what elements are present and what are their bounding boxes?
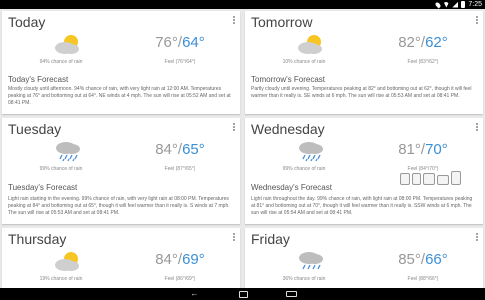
high-temp: 84° <box>155 141 178 158</box>
battery-icon <box>461 1 466 8</box>
temperature: 84°/69° <box>155 251 205 268</box>
feels-like: Feel (88°/66°) <box>407 276 439 282</box>
forecast-title: Tomorrow's Forecast <box>251 75 325 84</box>
forecast-text: Partly cloudy until evening. Temperature… <box>251 86 472 99</box>
rain-chance: 10% chance of rain <box>282 59 326 65</box>
overflow-menu-icon[interactable] <box>476 233 478 241</box>
high-temp: 81° <box>398 141 421 158</box>
partly-cloudy-icon <box>298 35 322 54</box>
back-icon[interactable]: ← <box>189 290 201 298</box>
overflow-menu-icon[interactable] <box>233 16 235 24</box>
forecast-text: Mostly cloudy until afternoon. 94% chanc… <box>8 86 231 106</box>
overflow-menu-icon[interactable] <box>233 123 235 131</box>
forecast-card-today[interactable]: Today 94% chance of rain 76°/64° Feel (7… <box>2 11 240 114</box>
day-title: Tomorrow <box>251 14 313 30</box>
day-title: Wednesday <box>251 121 325 137</box>
low-temp: 62° <box>425 34 448 51</box>
status-bar: 7:25 <box>0 0 485 9</box>
partly-cloudy-icon <box>55 35 79 54</box>
high-temp: 84° <box>155 251 178 268</box>
rain-icon <box>56 142 80 162</box>
temperature: 84°/65° <box>155 141 205 158</box>
overflow-menu-icon[interactable] <box>233 233 235 241</box>
rain-icon <box>299 142 323 162</box>
temperature: 82°/62° <box>398 34 448 51</box>
jar-icon <box>451 171 461 185</box>
low-temp: 66° <box>425 251 448 268</box>
feels-like: Feel (76°/64°) <box>164 59 196 65</box>
bowl-icon <box>437 175 449 185</box>
home-icon[interactable] <box>238 290 248 298</box>
low-temp: 70° <box>425 141 448 158</box>
rain-chance: 99% chance of rain <box>282 166 326 172</box>
day-title: Friday <box>251 231 290 247</box>
feels-like: Feel (86°/69°) <box>164 276 196 282</box>
bag-icon <box>400 173 410 185</box>
overflow-menu-icon[interactable] <box>476 16 478 24</box>
rain-chance: 36% chance of rain <box>282 276 326 282</box>
day-title: Tuesday <box>8 121 62 137</box>
wifi-icon <box>443 1 450 8</box>
high-temp: 76° <box>155 34 178 51</box>
high-temp: 82° <box>398 34 421 51</box>
overflow-menu-icon[interactable] <box>476 123 478 131</box>
day-title: Today <box>8 14 46 30</box>
temperature: 81°/70° <box>398 141 448 158</box>
high-temp: 85° <box>398 251 421 268</box>
forecast-text: Light rain starting in the evening. 99% … <box>8 196 230 216</box>
feels-like: Feel (87°/65°) <box>164 166 196 172</box>
rain-chance: 99% chance of rain <box>39 166 83 172</box>
temperature: 76°/64° <box>155 34 205 51</box>
location-icon <box>434 0 442 9</box>
forecast-text: Light rain throughout the day. 99% chanc… <box>251 196 473 216</box>
floating-icons <box>400 171 461 185</box>
forecast-card-tomorrow[interactable]: Tomorrow 10% chance of rain 82°/62° Feel… <box>245 11 483 114</box>
forecast-title: Tuesday's Forecast <box>8 183 78 192</box>
rice-icon <box>423 173 435 185</box>
forecast-card-thursday[interactable]: Thursday 19% chance of rain 84°/69° Feel… <box>2 228 240 288</box>
partly-cloudy-icon <box>55 252 79 271</box>
forecast-title: Today's Forecast <box>8 75 69 84</box>
feels-like: Feel (83°/62°) <box>407 59 439 65</box>
rain-chance: 94% chance of rain <box>39 59 83 65</box>
low-temp: 65° <box>182 141 205 158</box>
temperature: 85°/66° <box>398 251 448 268</box>
forecast-card-tuesday[interactable]: Tuesday 99% chance of rain 84°/65° Feel … <box>2 118 240 224</box>
low-temp: 64° <box>182 34 205 51</box>
low-temp: 69° <box>182 251 205 268</box>
recent-apps-icon[interactable] <box>285 291 297 297</box>
navigation-bar: ← <box>0 288 485 300</box>
rain-chance: 19% chance of rain <box>39 276 83 282</box>
dropper-icon <box>412 173 421 185</box>
day-title: Thursday <box>8 231 67 247</box>
forecast-card-friday[interactable]: Friday 36% chance of rain 85°/66° Feel (… <box>245 228 483 288</box>
rain-icon <box>299 252 323 270</box>
forecast-title: Wednesday's Forecast <box>251 183 332 192</box>
signal-icon <box>452 1 459 8</box>
status-icons: 7:25 <box>434 0 482 9</box>
status-time: 7:25 <box>468 1 482 8</box>
